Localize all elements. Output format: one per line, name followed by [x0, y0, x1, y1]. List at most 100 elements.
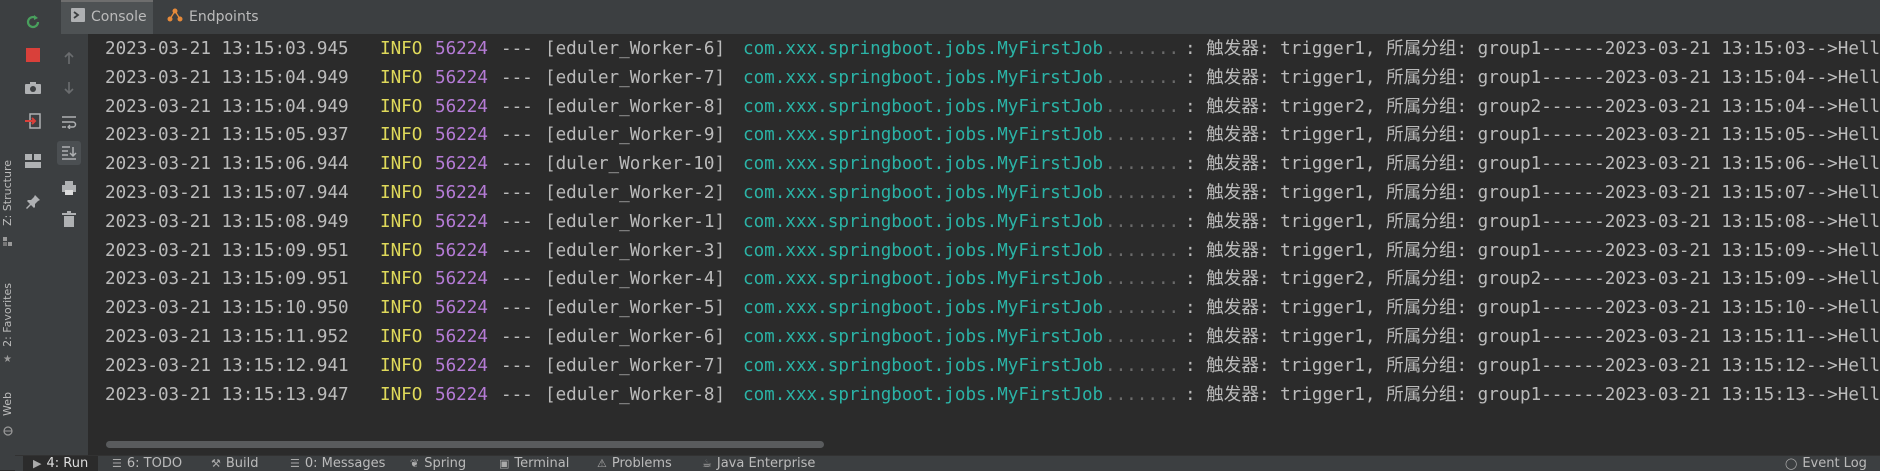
- side-tab-favorites[interactable]: 2: Favorites: [0, 275, 15, 355]
- tab-java-enterprise[interactable]: ☕ Java Enterprise: [702, 456, 815, 471]
- log-pid: 56224: [435, 183, 488, 203]
- tab-build-label: Build: [225, 456, 259, 471]
- log-pid: 56224: [435, 211, 488, 232]
- tab-endpoints[interactable]: Endpoints: [167, 0, 259, 34]
- pin-icon: [25, 194, 41, 210]
- star-icon: ★: [3, 353, 12, 365]
- log-thread: [duler_Worker-10]: [545, 154, 726, 175]
- log-separator: ---: [501, 384, 533, 405]
- tab-todo[interactable]: ☰ 6: TODO: [112, 456, 182, 471]
- login-button[interactable]: [21, 109, 45, 133]
- log-pid: 56224: [435, 327, 488, 347]
- print-icon: [61, 180, 77, 196]
- tab-problems[interactable]: ⚠ Problems: [597, 456, 672, 471]
- side-tab-structure[interactable]: Z: Structure: [0, 150, 15, 235]
- console-output[interactable]: 2023-03-21 13:15:03.945 INFO 56224 --- [edul…: [89, 34, 1880, 455]
- scroll-to-end-icon: [61, 145, 77, 161]
- log-timestamp: 2023-03-21 13:15:03.945: [105, 39, 349, 59]
- log-thread: [eduler_Worker-4]: [545, 269, 726, 290]
- tab-spring[interactable]: ❦ Spring: [410, 456, 466, 471]
- log-padding: .......: [1105, 240, 1180, 261]
- log-level: INFO: [380, 183, 423, 203]
- log-padding: .......: [1105, 39, 1180, 59]
- log-message: : 触发器: trigger1, 所属分组: group1------2023-…: [1185, 125, 1880, 146]
- log-separator: ---: [501, 327, 533, 347]
- log-thread: [eduler_Worker-5]: [545, 298, 726, 319]
- log-message: : 触发器: trigger1, 所属分组: group1------2023-…: [1185, 67, 1880, 88]
- stop-button[interactable]: [21, 43, 45, 67]
- log-logger: com.xxx.springboot.jobs.MyFirstJob: [743, 183, 1104, 203]
- log-message: : 触发器: trigger1, 所属分组: group1------2023-…: [1185, 183, 1880, 203]
- log-pid: 56224: [435, 125, 488, 146]
- tab-spring-label: Spring: [424, 456, 467, 471]
- log-padding: .......: [1105, 327, 1180, 347]
- log-separator: ---: [501, 154, 533, 175]
- log-separator: ---: [501, 240, 533, 261]
- clear-all-button[interactable]: [57, 207, 81, 231]
- dump-threads-button[interactable]: [21, 76, 45, 100]
- log-logger: com.xxx.springboot.jobs.MyFirstJob: [743, 154, 1104, 175]
- restore-layout-button[interactable]: [21, 149, 45, 173]
- tab-todo-label: 6: TODO: [126, 456, 183, 471]
- tab-build[interactable]: ⚒ Build: [211, 456, 259, 471]
- log-message: : 触发器: trigger2, 所属分组: group2------2023-…: [1185, 269, 1880, 290]
- log-message: : 触发器: trigger1, 所属分组: group1------2023-…: [1185, 327, 1880, 347]
- spring-icon: ❦: [410, 457, 420, 470]
- log-logger: com.xxx.springboot.jobs.MyFirstJob: [743, 96, 1104, 117]
- log-level: INFO: [380, 240, 423, 261]
- side-tab-web-label: Web: [1, 392, 14, 416]
- log-thread: [eduler_Worker-6]: [545, 327, 726, 347]
- tab-terminal[interactable]: ▣ Terminal: [499, 456, 569, 471]
- log-separator: ---: [501, 355, 533, 376]
- soft-wrap-button[interactable]: [57, 110, 81, 134]
- log-message: : 触发器: trigger2, 所属分组: group2------2023-…: [1185, 96, 1880, 117]
- tab-console-label: Console: [91, 9, 147, 25]
- log-separator: ---: [501, 269, 533, 290]
- log-timestamp: 2023-03-21 13:15:07.944: [105, 183, 349, 203]
- log-timestamp: 2023-03-21 13:15:12.941: [105, 355, 349, 376]
- console-icon: [71, 8, 85, 26]
- run-icon: ▶: [33, 457, 42, 470]
- log-padding: .......: [1105, 269, 1180, 290]
- log-separator: ---: [501, 183, 533, 203]
- next-occurrence-button[interactable]: [57, 76, 81, 100]
- tab-event-log[interactable]: ◯ Event Log: [1785, 456, 1867, 471]
- tab-run[interactable]: ▶ 4: Run: [23, 456, 99, 471]
- log-pid: 56224: [435, 269, 488, 290]
- log-separator: ---: [501, 39, 533, 59]
- log-timestamp: 2023-03-21 13:15:10.950: [105, 298, 349, 319]
- event-log-icon: ◯: [1785, 457, 1798, 470]
- stop-icon: [26, 48, 40, 62]
- tab-terminal-label: Terminal: [514, 456, 570, 471]
- problems-icon: ⚠: [597, 457, 607, 470]
- side-tab-web[interactable]: Web: [0, 386, 15, 422]
- tab-console[interactable]: Console: [61, 0, 153, 34]
- layout-icon: [25, 154, 41, 168]
- log-level: INFO: [380, 355, 423, 376]
- build-icon: ⚒: [211, 457, 221, 470]
- log-timestamp: 2023-03-21 13:15:04.949: [105, 96, 349, 117]
- log-separator: ---: [501, 67, 533, 88]
- rerun-button[interactable]: [21, 10, 45, 34]
- log-message: : 触发器: trigger1, 所属分组: group1------2023-…: [1185, 384, 1880, 405]
- print-button[interactable]: [57, 176, 81, 200]
- tab-java-enterprise-label: Java Enterprise: [716, 456, 816, 471]
- log-padding: .......: [1105, 211, 1180, 232]
- horizontal-scrollbar[interactable]: [106, 441, 824, 448]
- log-logger: com.xxx.springboot.jobs.MyFirstJob: [743, 269, 1104, 290]
- log-level: INFO: [380, 211, 423, 232]
- log-separator: ---: [501, 125, 533, 146]
- log-level: INFO: [380, 39, 423, 59]
- log-pid: 56224: [435, 154, 488, 175]
- log-logger: com.xxx.springboot.jobs.MyFirstJob: [743, 240, 1104, 261]
- scroll-to-end-button[interactable]: [57, 141, 81, 165]
- log-level: INFO: [380, 269, 423, 290]
- tab-messages[interactable]: ☰ 0: Messages: [290, 456, 385, 471]
- log-padding: .......: [1105, 183, 1180, 203]
- endpoints-icon: [167, 7, 183, 27]
- log-padding: .......: [1105, 125, 1180, 146]
- previous-occurrence-button[interactable]: [57, 46, 81, 70]
- log-timestamp: 2023-03-21 13:15:11.952: [105, 327, 349, 347]
- pin-tab-button[interactable]: [21, 190, 45, 214]
- log-timestamp: 2023-03-21 13:15:13.947: [105, 384, 349, 405]
